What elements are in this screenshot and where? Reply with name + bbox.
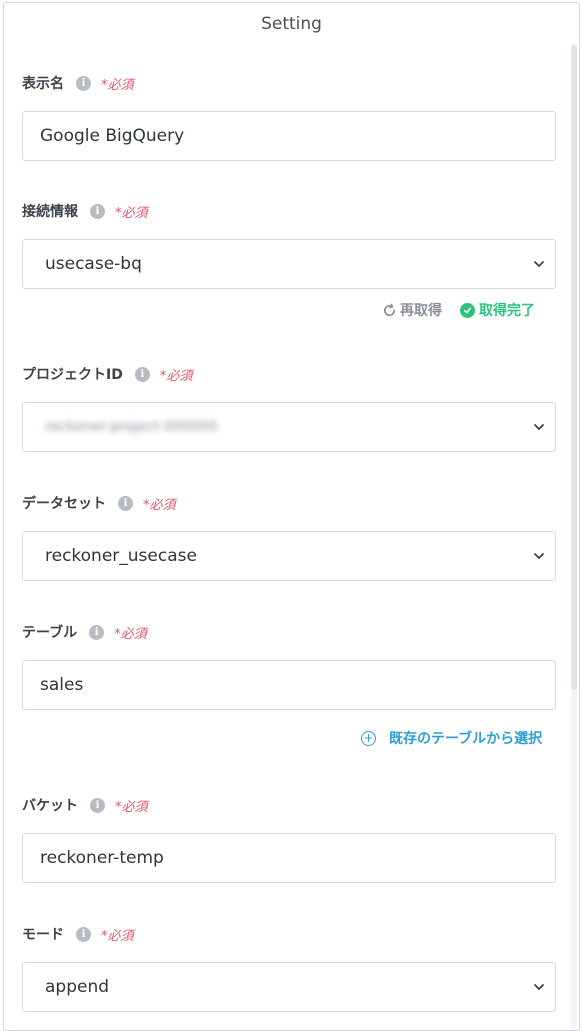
required-marker: *必須: [159, 368, 193, 384]
refresh-icon: [384, 303, 396, 316]
required-marker: *必須: [101, 928, 134, 944]
dataset-select[interactable]: reckoner_usecase: [22, 531, 556, 581]
bucket-input[interactable]: [23, 834, 555, 882]
project-id-label-row: プロジェクトID i *必須: [22, 364, 192, 384]
required-marker: *必須: [115, 205, 148, 221]
mode-label-row: モード i *必須: [22, 924, 134, 944]
fetch-complete-status: 取得完了: [460, 300, 535, 320]
scrollbar-thumb[interactable]: [571, 45, 577, 690]
fetch-complete-label: 取得完了: [479, 303, 535, 319]
bucket-label: バケット: [22, 798, 78, 814]
table-actions: + 既存のテーブルから選択: [361, 728, 542, 748]
display-name-input[interactable]: [23, 112, 555, 160]
chevron-down-icon: [534, 553, 544, 559]
project-id-select-value: reckoner-project-000000: [45, 419, 218, 435]
bucket-field[interactable]: [22, 833, 556, 883]
table-label-row: テーブル i *必須: [22, 622, 147, 642]
dataset-label: データセット: [22, 496, 106, 512]
info-icon[interactable]: i: [134, 366, 150, 382]
dataset-label-row: データセット i *必須: [22, 493, 176, 513]
project-id-label: プロジェクトID: [22, 367, 123, 383]
connection-actions: 再取得 取得完了: [382, 300, 535, 320]
chevron-down-icon: [534, 984, 544, 990]
info-icon[interactable]: i: [89, 624, 105, 640]
bucket-label-row: バケット i *必須: [22, 795, 148, 815]
panel-title: Setting: [261, 14, 322, 34]
plus-circle-icon: +: [361, 730, 376, 746]
refresh-button[interactable]: 再取得: [382, 300, 442, 320]
refresh-label: 再取得: [400, 303, 442, 319]
mode-select[interactable]: append: [22, 962, 556, 1012]
required-marker: *必須: [114, 626, 147, 642]
mode-select-value: append: [45, 977, 110, 997]
dataset-select-value: reckoner_usecase: [45, 546, 197, 566]
chevron-down-icon: [534, 424, 544, 430]
connection-label-row: 接続情報 i *必須: [22, 201, 148, 221]
required-marker: *必須: [101, 77, 134, 93]
table-field[interactable]: [22, 660, 556, 710]
info-icon[interactable]: i: [90, 203, 105, 219]
choose-existing-table-link[interactable]: + 既存のテーブルから選択: [361, 728, 542, 748]
table-label: テーブル: [22, 625, 78, 641]
info-icon[interactable]: i: [118, 495, 133, 511]
project-id-select[interactable]: reckoner-project-000000: [22, 402, 556, 452]
display-name-label: 表示名: [22, 76, 64, 92]
info-icon[interactable]: i: [76, 75, 91, 91]
connection-select-value: usecase-bq: [45, 254, 142, 274]
required-marker: *必須: [115, 799, 148, 815]
required-marker: *必須: [143, 497, 176, 513]
connection-select[interactable]: usecase-bq: [22, 239, 556, 289]
display-name-label-row: 表示名 i *必須: [22, 73, 134, 93]
info-icon[interactable]: i: [76, 926, 91, 942]
settings-panel: Setting 表示名 i *必須 接続情報 i *必須 usecase-bq …: [3, 2, 580, 1031]
check-circle-icon: [460, 302, 475, 318]
connection-label: 接続情報: [22, 204, 78, 220]
choose-existing-table-label: 既存のテーブルから選択: [389, 731, 543, 747]
chevron-down-icon: [534, 261, 544, 267]
display-name-field[interactable]: [22, 111, 556, 161]
mode-label: モード: [22, 927, 64, 943]
table-input[interactable]: [23, 661, 555, 709]
info-icon[interactable]: i: [90, 797, 105, 813]
